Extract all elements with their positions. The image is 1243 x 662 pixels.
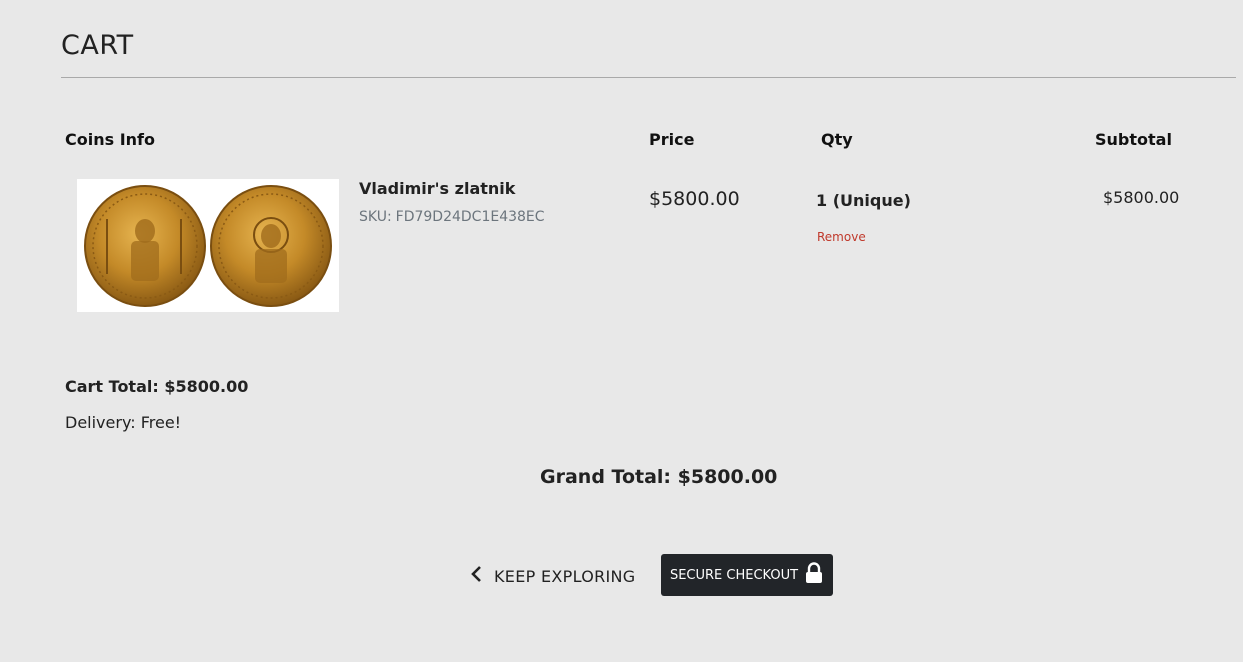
chevron-left-icon	[470, 565, 482, 587]
cart-page: CART Coins Info Price Qty Subtotal Vladi…	[0, 0, 1243, 662]
secure-checkout-button[interactable]: SECURE CHECKOUT	[661, 554, 833, 596]
lock-icon	[804, 562, 824, 588]
item-quantity: 1 (Unique)	[816, 191, 911, 210]
grand-total: Grand Total: $5800.00	[540, 466, 778, 488]
product-sku: SKU: FD79D24DC1E438EC	[359, 209, 545, 225]
delivery-info: Delivery: Free!	[65, 413, 182, 432]
item-subtotal: $5800.00	[1103, 188, 1180, 207]
secure-checkout-label: SECURE CHECKOUT	[669, 567, 799, 583]
cart-total: Cart Total: $5800.00	[65, 377, 249, 396]
column-header-qty: Qty	[821, 130, 853, 149]
product-image	[77, 179, 339, 312]
column-header-subtotal: Subtotal	[1095, 130, 1172, 149]
keep-exploring-link[interactable]: KEEP EXPLORING	[470, 564, 636, 588]
column-header-coins-info: Coins Info	[65, 130, 155, 149]
sku-value: FD79D24DC1E438EC	[395, 209, 545, 225]
item-price: $5800.00	[649, 188, 740, 210]
product-name[interactable]: Vladimir's zlatnik	[359, 179, 515, 198]
title-divider	[61, 77, 1236, 78]
remove-item-link[interactable]: Remove	[817, 230, 866, 244]
column-header-price: Price	[649, 130, 695, 149]
page-title: CART	[61, 30, 134, 61]
keep-exploring-label: KEEP EXPLORING	[494, 566, 636, 586]
sku-label: SKU:	[359, 209, 392, 225]
gold-coin-image	[84, 185, 332, 307]
